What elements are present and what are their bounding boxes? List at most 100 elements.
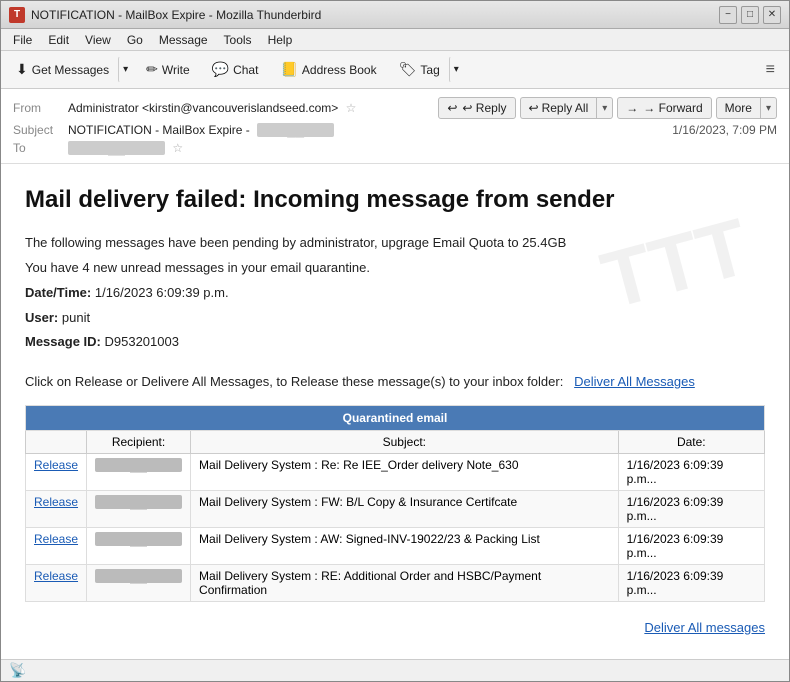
table-row: Release ██ Mail Delivery System : Re: Re…: [26, 453, 765, 490]
paragraph-2: You have 4 new unread messages in your e…: [25, 258, 765, 279]
table-title: Quarantined email: [26, 405, 765, 430]
more-group: More ▾: [716, 97, 777, 119]
release-link-4[interactable]: Release: [34, 569, 78, 583]
forward-button[interactable]: → → Forward: [617, 97, 711, 119]
datetime-value: 1/16/2023 6:09:39 p.m.: [95, 285, 229, 300]
subject-value: NOTIFICATION - MailBox Expire - ██: [68, 123, 672, 137]
deliver-all-right: Deliver All messages: [25, 614, 765, 641]
deliver-all-messages-link[interactable]: Deliver All messages: [644, 620, 765, 635]
msgid-line: Message ID: D953201003: [25, 332, 765, 353]
msgid-label: Message ID:: [25, 334, 101, 349]
header-actions: ↩ ↩ Reply ↩ Reply All ▾ → → Forward M: [438, 97, 777, 119]
more-button[interactable]: More: [716, 97, 760, 119]
window-title: NOTIFICATION - MailBox Expire - Mozilla …: [31, 8, 719, 22]
col-date-header: Date:: [618, 430, 764, 453]
minimize-button[interactable]: −: [719, 6, 737, 24]
col-release-header: [26, 430, 87, 453]
app-icon: T: [9, 7, 25, 23]
subject-cell-2: Mail Delivery System : FW: B/L Copy & In…: [191, 490, 619, 527]
datetime-label: Date/Time:: [25, 285, 91, 300]
menu-bar: File Edit View Go Message Tools Help: [1, 29, 789, 51]
reply-button[interactable]: ↩ ↩ Reply: [438, 97, 515, 119]
forward-icon: →: [626, 101, 638, 115]
subject-cell-3: Mail Delivery System : AW: Signed-INV-19…: [191, 527, 619, 564]
tag-arrow[interactable]: ▾: [449, 56, 464, 83]
window-controls: − □ ✕: [719, 6, 781, 24]
subject-cell-4: Mail Delivery System : RE: Additional Or…: [191, 564, 619, 601]
from-label: From: [13, 101, 68, 115]
to-row: To ██ ☆: [13, 139, 777, 157]
msgid-value: D953201003: [105, 334, 179, 349]
hamburger-button[interactable]: ≡: [758, 57, 783, 83]
recipient-redacted-2: ██: [95, 495, 182, 509]
address-book-icon: 📒: [280, 61, 297, 78]
get-messages-button[interactable]: ⬇ Get Messages: [7, 56, 118, 83]
write-button[interactable]: ✏ Write: [137, 56, 199, 83]
to-star-icon[interactable]: ☆: [172, 141, 183, 155]
get-messages-arrow[interactable]: ▾: [118, 56, 133, 83]
email-date: 1/16/2023, 7:09 PM: [672, 123, 777, 137]
recipient-redacted-3: ██: [95, 532, 182, 546]
close-button[interactable]: ✕: [763, 6, 781, 24]
subject-cell-1: Mail Delivery System : Re: Re IEE_Order …: [191, 453, 619, 490]
release-link-1[interactable]: Release: [34, 458, 78, 472]
status-icon: 📡: [9, 662, 26, 679]
app-window: T NOTIFICATION - MailBox Expire - Mozill…: [0, 0, 790, 682]
email-header: From Administrator <kirstin@vancouverisl…: [1, 89, 789, 164]
datetime-line: Date/Time: 1/16/2023 6:09:39 p.m.: [25, 283, 765, 304]
maximize-button[interactable]: □: [741, 6, 759, 24]
release-instruction: Click on Release or Delivere All Message…: [25, 372, 765, 393]
reply-all-group: ↩ Reply All ▾: [520, 97, 614, 119]
deliver-all-link-inline[interactable]: Deliver All Messages: [574, 374, 695, 389]
menu-file[interactable]: File: [5, 31, 40, 49]
subject-redacted: ██: [257, 123, 334, 137]
reply-all-button[interactable]: ↩ Reply All: [520, 97, 597, 119]
menu-tools[interactable]: Tools: [216, 31, 260, 49]
to-redacted: ██: [68, 141, 165, 155]
menu-message[interactable]: Message: [151, 31, 216, 49]
subject-label: Subject: [13, 123, 68, 137]
release-link-2[interactable]: Release: [34, 495, 78, 509]
table-header-row: Recipient: Subject: Date:: [26, 430, 765, 453]
star-icon[interactable]: ☆: [346, 101, 357, 115]
user-value: punit: [62, 310, 90, 325]
reply-all-arrow[interactable]: ▾: [596, 97, 613, 119]
menu-go[interactable]: Go: [119, 31, 151, 49]
col-recipient-header: Recipient:: [87, 430, 191, 453]
table-title-row: Quarantined email: [26, 405, 765, 430]
toolbar: ⬇ Get Messages ▾ ✏ Write 💬 Chat 📒 Addres…: [1, 51, 789, 89]
from-value: Administrator <kirstin@vancouverislandse…: [68, 101, 438, 115]
tag-group: 🏷 Tag ▾: [390, 56, 464, 83]
recipient-redacted-4: ██: [95, 569, 182, 583]
date-cell-2: 1/16/2023 6:09:39 p.m...: [618, 490, 764, 527]
recipient-redacted-1: ██: [95, 458, 182, 472]
menu-view[interactable]: View: [77, 31, 119, 49]
paragraph-1: The following messages have been pending…: [25, 233, 765, 254]
to-label: To: [13, 141, 68, 155]
get-messages-group: ⬇ Get Messages ▾: [7, 56, 133, 83]
from-row: From Administrator <kirstin@vancouverisl…: [13, 95, 777, 121]
to-value: ██ ☆: [68, 141, 777, 155]
col-subject-header: Subject:: [191, 430, 619, 453]
email-body: TTT Mail delivery failed: Incoming messa…: [1, 164, 789, 659]
address-book-button[interactable]: 📒 Address Book: [271, 56, 385, 83]
user-line: User: punit: [25, 308, 765, 329]
reply-all-icon: ↩: [529, 101, 539, 115]
table-row: Release ██ Mail Delivery System : AW: Si…: [26, 527, 765, 564]
date-cell-3: 1/16/2023 6:09:39 p.m...: [618, 527, 764, 564]
table-row: Release ██ Mail Delivery System : RE: Ad…: [26, 564, 765, 601]
release-link-3[interactable]: Release: [34, 532, 78, 546]
date-cell-4: 1/16/2023 6:09:39 p.m...: [618, 564, 764, 601]
email-title: Mail delivery failed: Incoming message f…: [25, 184, 765, 215]
menu-help[interactable]: Help: [260, 31, 301, 49]
title-bar: T NOTIFICATION - MailBox Expire - Mozill…: [1, 1, 789, 29]
write-icon: ✏: [146, 61, 158, 78]
more-arrow[interactable]: ▾: [760, 97, 777, 119]
chat-button[interactable]: 💬 Chat: [203, 56, 268, 83]
get-messages-icon: ⬇: [16, 61, 28, 78]
tag-icon: 🏷: [399, 61, 417, 78]
table-row: Release ██ Mail Delivery System : FW: B/…: [26, 490, 765, 527]
tag-button[interactable]: 🏷 Tag: [390, 56, 449, 83]
subject-row: Subject NOTIFICATION - MailBox Expire - …: [13, 121, 777, 139]
menu-edit[interactable]: Edit: [40, 31, 77, 49]
